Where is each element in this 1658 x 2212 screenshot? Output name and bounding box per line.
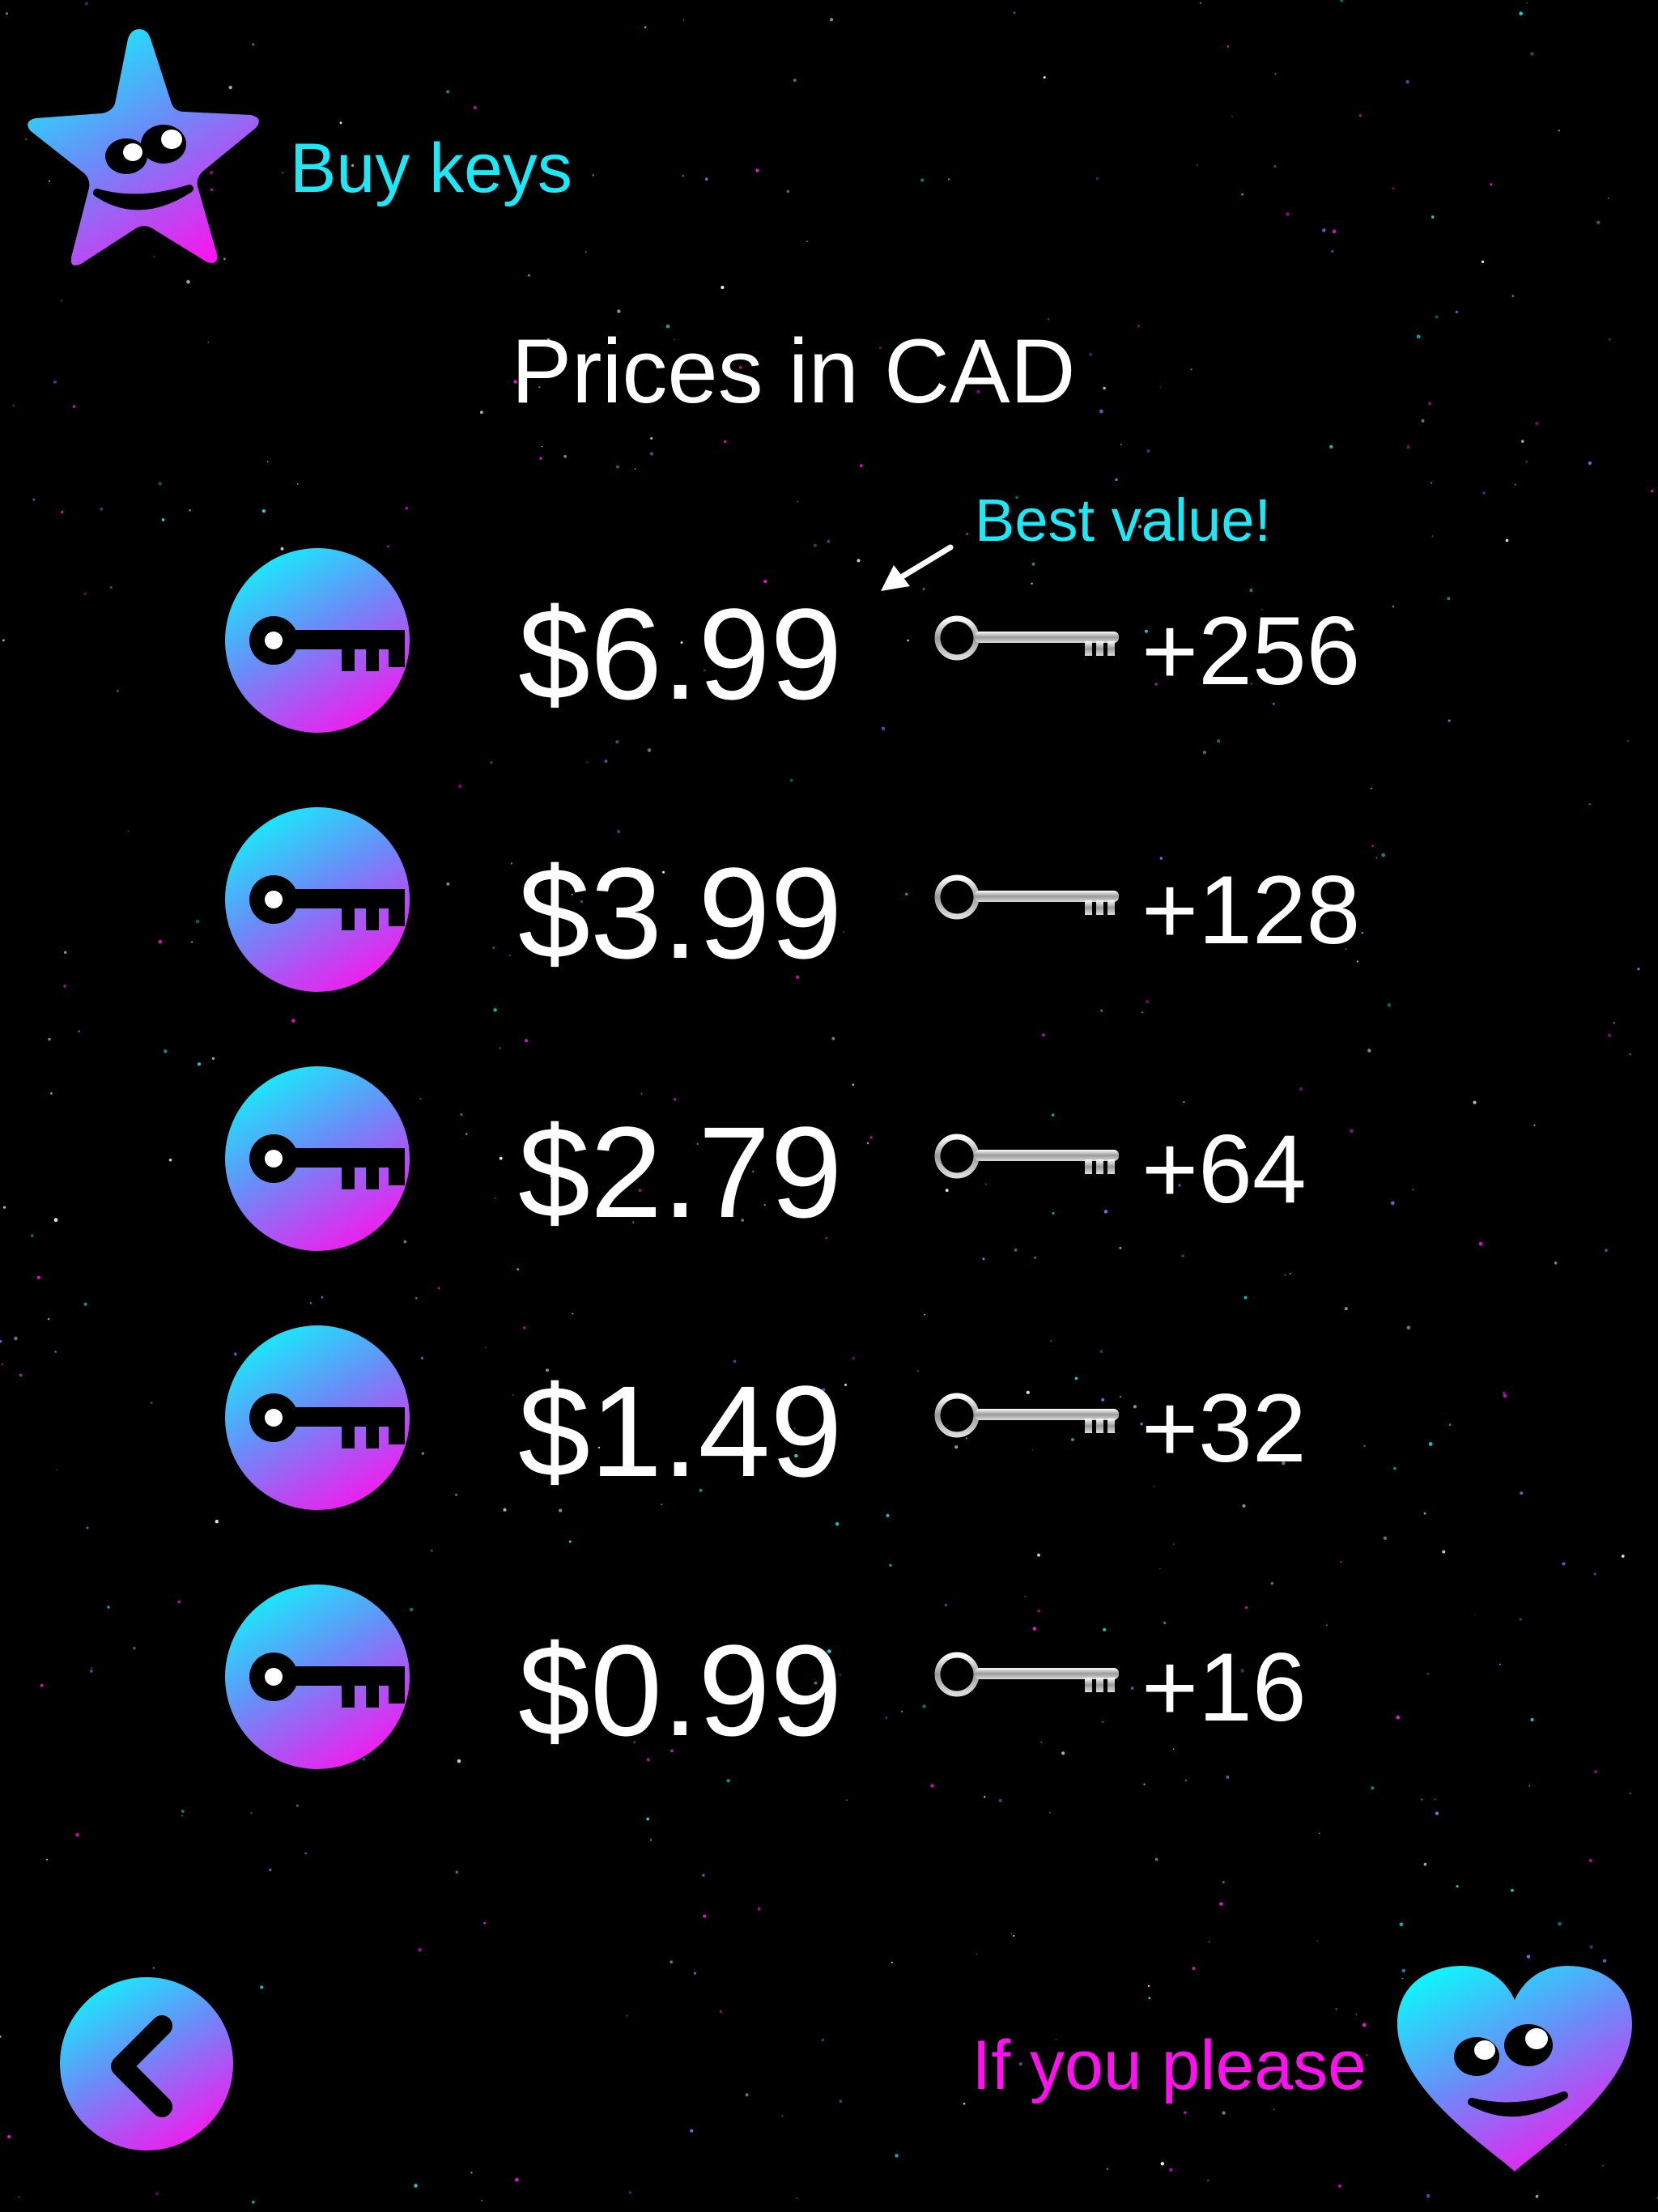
buy-key-button[interactable] [223,1065,411,1253]
silver-key-icon [934,1134,1119,1179]
buy-key-button[interactable] [223,1583,411,1771]
offer-key-amount: +16 [1141,1633,1307,1742]
offer-row: $2.79 +64 [0,1061,1658,1255]
buy-key-button[interactable] [223,547,411,734]
buy-key-button[interactable] [223,1324,411,1512]
silver-key-icon [934,874,1119,920]
offer-key-amount: +128 [1141,856,1361,964]
buy-key-button[interactable] [223,806,411,993]
offer-price: $3.99 [518,840,843,985]
tip-message: If you please [971,2027,1367,2104]
offer-row: $0.99 +16 [0,1579,1658,1773]
offer-key-amount: +256 [1141,597,1361,705]
offer-key-amount: +32 [1141,1374,1307,1482]
offer-price: $2.79 [518,1100,843,1244]
heart-button[interactable] [1391,1959,1639,2178]
offer-row: $3.99 +128 [0,802,1658,996]
smiling-heart-icon [1397,1966,1632,2172]
silver-key-icon [934,1393,1119,1438]
offer-row: $6.99 +256 [0,542,1658,737]
offer-price: $6.99 [518,581,843,726]
silver-key-icon [934,615,1119,661]
offer-row: $1.49 +32 [0,1320,1658,1514]
offer-price: $0.99 [518,1618,843,1763]
page-title: Buy keys [290,130,572,207]
offer-key-amount: +64 [1141,1115,1307,1223]
best-value-label: Best value! [975,487,1272,554]
smiling-star-icon [28,29,259,266]
currency-note: Prices in CAD [511,321,1076,422]
silver-key-icon [934,1652,1119,1697]
offer-price: $1.49 [518,1359,843,1504]
